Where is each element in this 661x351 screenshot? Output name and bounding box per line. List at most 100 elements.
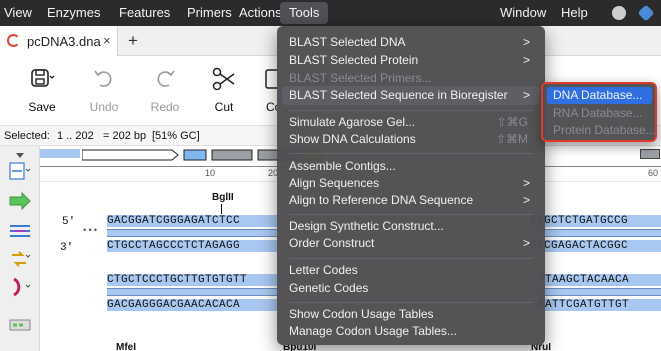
selected-length: = 202 bp — [103, 130, 147, 142]
split-view-icon[interactable] — [8, 160, 32, 182]
seq-row1-ticks-right — [530, 229, 661, 237]
menu-item-label: Manage Codon Usage Tables... — [289, 324, 457, 338]
feature-arrow-icon[interactable] — [8, 190, 32, 212]
menu-separator — [289, 153, 533, 154]
menu-item-blast-dna[interactable]: BLAST Selected DNA > — [282, 33, 540, 52]
menu-item-dna-calculations[interactable]: Show DNA Calculations ⇧⌘M — [282, 130, 540, 149]
seq-row2-ticks-right — [538, 288, 661, 296]
menu-primers[interactable]: Primers — [187, 0, 232, 26]
copy-icon — [265, 69, 278, 89]
menu-item-order-construct[interactable]: Order Construct > — [282, 234, 540, 253]
undo-icon — [94, 70, 112, 87]
status-icon[interactable] — [612, 6, 626, 20]
menu-item-label: Show Codon Usage Tables — [289, 307, 434, 321]
rotate-icon[interactable] — [8, 276, 32, 298]
selected-label: Selected: — [4, 130, 50, 142]
app-extension-icon[interactable] — [637, 4, 655, 22]
chevron-right-icon: > — [522, 35, 530, 49]
menu-item-label: BLAST Selected Protein — [289, 53, 419, 67]
ruler-tick-10: 10 — [205, 168, 216, 178]
tab-label: pcDNA3.dna — [27, 34, 101, 49]
enzyme-mfei[interactable]: MfeI — [116, 342, 136, 351]
menu-separator — [289, 110, 533, 111]
undo-label: Undo — [89, 100, 119, 114]
menu-item-label: Letter Codes — [289, 263, 358, 277]
cut-site-line — [221, 204, 222, 214]
ruler-toggle-icon[interactable] — [8, 314, 32, 336]
submenu-item-protein-database[interactable]: Protein Database... — [547, 122, 656, 139]
menu-item-label: Assemble Contigs... — [289, 159, 396, 173]
save-button[interactable]: Save — [14, 62, 70, 118]
selected-range: 1 .. 202 — [57, 130, 94, 142]
seq-row2-top: CTGCTCCCTGCTTGTGTGTT — [107, 274, 277, 286]
menu-separator — [289, 258, 533, 259]
undo-button[interactable]: Undo — [76, 62, 132, 118]
menu-help[interactable]: Help — [561, 0, 588, 26]
chevron-right-icon: > — [522, 193, 530, 207]
three-prime-label: 3' — [60, 242, 74, 254]
scissors-icon — [212, 67, 235, 91]
view-tool-strip — [0, 146, 40, 351]
ruler-tick-60: 60 — [648, 168, 659, 178]
menu-actions[interactable]: Actions — [239, 0, 282, 26]
save-label: Save — [28, 100, 56, 114]
menu-item-label: BLAST Selected Sequence in Bioregister — [289, 88, 508, 102]
gc-content: [51% GC] — [152, 130, 200, 142]
selection-bar — [40, 149, 80, 158]
seq-row2-bottom-right: AATTCGATGTTGT — [538, 299, 661, 311]
redo-label: Redo — [150, 100, 180, 114]
menu-item-label: Order Construct — [289, 236, 375, 250]
menu-item-blast-protein[interactable]: BLAST Selected Protein > — [282, 51, 540, 70]
seq-row2-top-right: TTAAGCTACAACA — [538, 274, 661, 286]
menu-item-blast-bioregister[interactable]: BLAST Selected Sequence in Bioregister > — [282, 86, 540, 105]
menu-item-letter-codes[interactable]: Letter Codes — [282, 261, 540, 280]
tab-pcdna3[interactable]: pcDNA3.dna × — [0, 26, 118, 56]
chevron-right-icon: > — [522, 88, 530, 102]
ellipsis-icon: ••• — [82, 226, 99, 236]
seq-row1-top: GACGGATCGGGAGATCTCC — [107, 215, 277, 227]
bioregister-submenu: DNA Database... RNA Database... Protein … — [541, 82, 657, 142]
redo-button[interactable]: Redo — [137, 62, 193, 118]
menu-bar: View Enzymes Features Primers Actions To… — [0, 0, 661, 26]
seq-row1-bottom: CTGCCTAGCCCTCTAGAGG — [107, 240, 277, 252]
new-tab-button[interactable]: + — [128, 31, 138, 51]
submenu-item-rna-database[interactable]: RNA Database... — [547, 105, 652, 122]
close-tab-icon[interactable]: × — [103, 33, 111, 48]
feature-block — [640, 149, 660, 159]
menu-item-label: Simulate Agarose Gel... — [289, 115, 416, 129]
copy-button[interactable]: Co — [252, 62, 278, 118]
menu-view[interactable]: View — [4, 0, 32, 26]
chevron-right-icon: > — [522, 236, 530, 250]
menu-separator — [289, 214, 533, 215]
menu-item-label: Align Sequences — [289, 176, 380, 190]
menu-item-manage-codon-tables[interactable]: Manage Codon Usage Tables... — [282, 322, 540, 341]
menu-features[interactable]: Features — [119, 0, 170, 26]
orientation-icon[interactable] — [8, 248, 32, 270]
menu-item-label: Align to Reference DNA Sequence — [289, 193, 474, 207]
cut-button[interactable]: Cut — [196, 62, 252, 118]
menu-item-label: Show DNA Calculations — [289, 132, 416, 146]
seq-row1-top-right: CTGCTCTGATGCCG — [530, 215, 661, 227]
save-icon — [31, 69, 55, 87]
shortcut-label: ⇧⌘M — [495, 132, 528, 146]
menu-window[interactable]: Window — [500, 0, 546, 26]
five-prime-label: 5' — [62, 216, 76, 228]
enzyme-bglii[interactable]: BglII — [212, 192, 234, 203]
menu-item-label: Design Synthetic Construct... — [289, 219, 444, 233]
menu-separator — [289, 302, 533, 303]
menu-item-genetic-codes[interactable]: Genetic Codes — [282, 279, 540, 298]
menu-enzymes[interactable]: Enzymes — [47, 0, 100, 26]
seq-row1-bottom-right: GACGAGACTACGGC — [530, 240, 661, 252]
seq-row1-ticks — [107, 229, 277, 237]
menu-item-label: Genetic Codes — [289, 281, 369, 295]
seq-row2-ticks — [107, 288, 277, 296]
cut-label: Cut — [214, 100, 234, 114]
submenu-item-dna-database[interactable]: DNA Database... — [547, 87, 652, 104]
menu-item-label: BLAST Selected DNA — [289, 35, 406, 49]
chevron-right-icon: > — [522, 53, 530, 67]
seq-row2-bottom: GACGAGGGACGAACACACA — [107, 299, 277, 311]
menu-item-align-reference[interactable]: Align to Reference DNA Sequence > — [282, 191, 540, 210]
menu-item-label: BLAST Selected Primers... — [289, 71, 432, 85]
menu-tools[interactable]: Tools — [280, 2, 329, 24]
primer-icon[interactable] — [8, 220, 32, 242]
